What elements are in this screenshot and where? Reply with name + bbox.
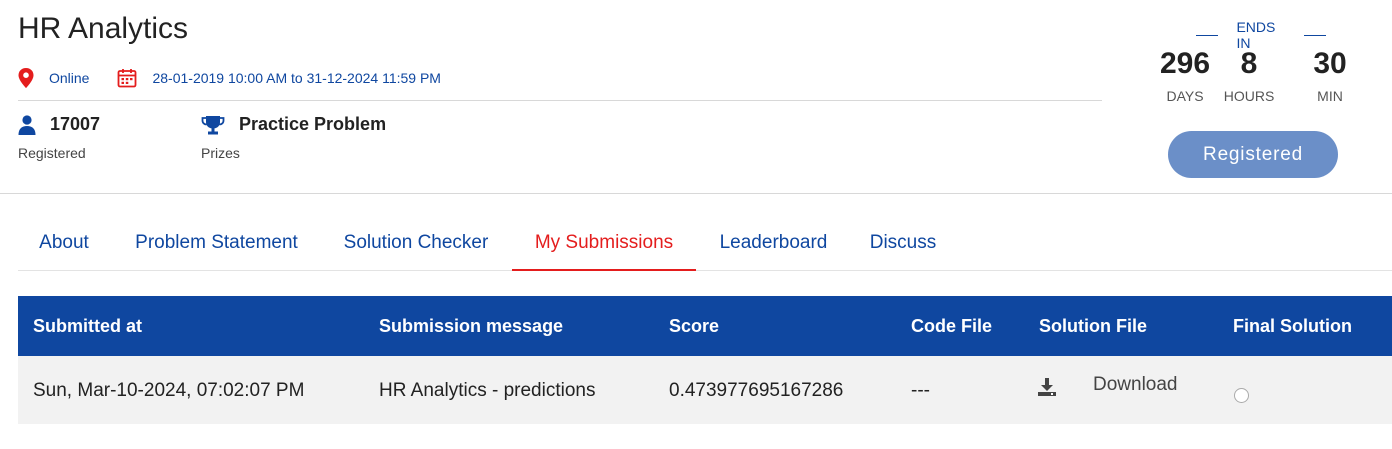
cell-submitted-at: Sun, Mar-10-2024, 07:02:07 PM (33, 380, 305, 401)
final-solution-radio[interactable] (1234, 388, 1249, 403)
tab-about[interactable]: About (18, 222, 110, 271)
cell-code-file: --- (911, 380, 930, 401)
tab-my-submissions[interactable]: My Submissions (512, 222, 696, 271)
header-solution-file: Solution File (1039, 316, 1147, 336)
tab-solution-checker[interactable]: Solution Checker (340, 222, 492, 271)
page-title: HR Analytics (18, 12, 189, 45)
tab-leaderboard[interactable]: Leaderboard (715, 222, 832, 271)
registered-label: Registered (18, 145, 86, 161)
download-link[interactable]: Download (1093, 374, 1178, 396)
countdown-minutes: 30 MIN (1313, 47, 1347, 104)
user-icon (18, 114, 36, 135)
calendar-icon (118, 69, 137, 88)
header-final-solution: Final Solution (1233, 316, 1352, 336)
prize-value: Practice Problem (239, 114, 387, 134)
tab-discuss[interactable]: Discuss (866, 222, 940, 271)
header-code-file: Code File (911, 316, 993, 336)
registered-count: 17007 (50, 114, 101, 134)
prizes-stat: Practice Problem Prizes (201, 114, 386, 161)
registered-button[interactable]: Registered (1168, 131, 1338, 178)
header-submitted-at: Submitted at (33, 316, 143, 336)
countdown-days: 296 DAYS (1159, 47, 1211, 104)
section-divider (0, 193, 1392, 194)
trophy-icon (201, 115, 225, 134)
prizes-label: Prizes (201, 145, 240, 161)
countdown-hours: 8 HOURS (1223, 47, 1275, 104)
table-row: Sun, Mar-10-2024, 07:02:07 PM HR Analyti… (18, 356, 1392, 424)
header-divider (18, 100, 1102, 101)
contest-tabs: About Problem Statement Solution Checker… (18, 222, 1392, 271)
registered-stat: 17007 Registered (18, 114, 100, 161)
contest-dates: 28-01-2019 10:00 AM to 31-12-2024 11:59 … (152, 70, 441, 86)
cell-submission-message: HR Analytics - predictions (379, 380, 596, 401)
tab-problem-statement[interactable]: Problem Statement (129, 222, 304, 271)
location-text: Online (49, 70, 90, 86)
header-submission-message: Submission message (379, 316, 564, 336)
cell-score: 0.473977695167286 (669, 380, 844, 401)
download-icon[interactable] (1038, 378, 1056, 396)
location-pin-icon (18, 68, 34, 88)
submissions-table: Submitted at Submission message Score Co… (18, 296, 1392, 424)
table-header: Submitted at Submission message Score Co… (18, 296, 1392, 356)
contest-meta: Online 28-01-2019 10:00 AM to 31-12-2024… (18, 66, 441, 90)
header-score: Score (669, 316, 720, 336)
